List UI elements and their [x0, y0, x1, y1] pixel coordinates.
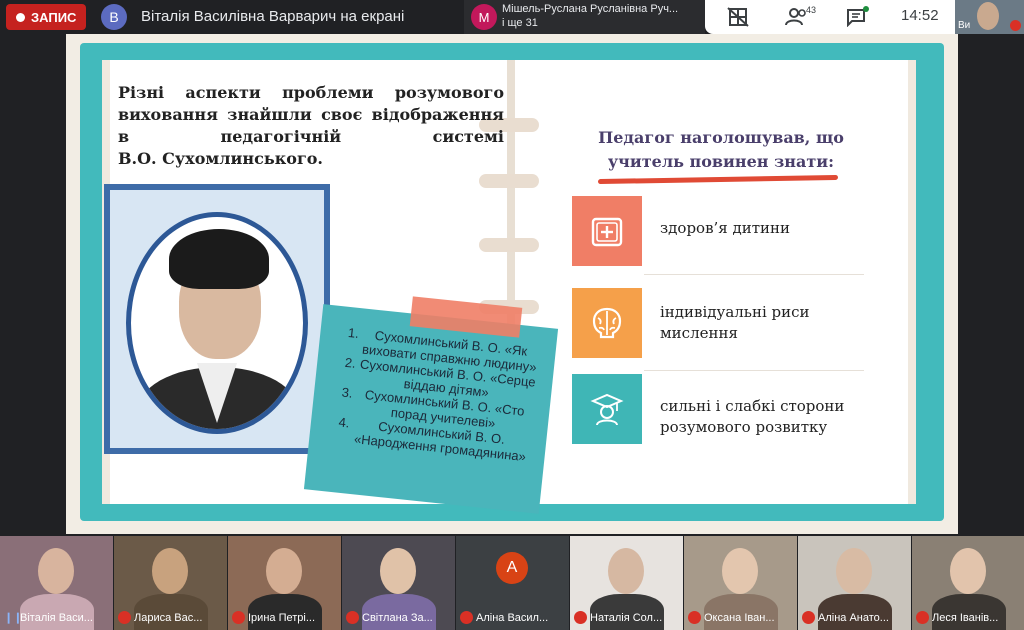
right-heading-line: учитель повинен знати:	[607, 152, 835, 171]
portrait-image	[104, 184, 330, 454]
chat-notification-dot	[863, 6, 869, 12]
intro-line: виховання знайшли своє відображення	[118, 105, 504, 124]
participant-tile[interactable]: Оксана Іван...	[684, 536, 797, 630]
intro-line: в педагогічній системі	[118, 127, 504, 146]
mic-off-icon	[1010, 20, 1021, 31]
self-label: Ви	[958, 20, 971, 31]
participant-face	[836, 548, 872, 594]
books-list: Сухомлинський В. О. «Як виховати справжн…	[333, 325, 540, 465]
self-view-tile[interactable]: Ви	[955, 0, 1024, 34]
meeting-controls: 43 14:52	[705, 0, 955, 34]
graduate-icon	[572, 374, 642, 444]
mic-off-icon	[346, 611, 359, 624]
participant-tile[interactable]: Аліна Анато...	[798, 536, 911, 630]
recording-label: ЗАПИС	[31, 9, 77, 25]
participant-avatar: М	[471, 4, 497, 30]
intro-text: Різні аспекти проблеми розумового вихова…	[118, 82, 504, 170]
mic-active-icon: ❙❙	[4, 612, 23, 624]
participant-tile[interactable]: Наталія Сол...	[570, 536, 683, 630]
mic-off-icon	[118, 611, 131, 624]
presenter-status: Віталія Василівна Варварич на екрані	[141, 8, 405, 25]
participant-face	[950, 548, 986, 594]
intro-line: В.О. Сухомлинського.	[118, 149, 323, 168]
mic-off-icon	[802, 611, 815, 624]
binder-ring	[479, 174, 539, 188]
item-text-line: сильні і слабкі сторони	[660, 397, 845, 415]
record-dot-icon	[16, 12, 25, 22]
mic-off-icon	[688, 611, 701, 624]
clock: 14:52	[901, 7, 939, 24]
participant-name: Ірина Петрі...	[248, 612, 315, 624]
participant-name: Наталія Сол...	[590, 612, 663, 624]
participant-tile[interactable]: Леся Іванів...	[912, 536, 1024, 630]
self-face	[977, 2, 999, 30]
participant-strip: ❙❙ Віталія Васи... Лариса Вас... Ірина Петр…	[0, 536, 1024, 630]
participant-more: і ще 31	[502, 17, 538, 29]
portrait-oval	[126, 212, 308, 434]
participant-tile[interactable]: ❙❙ Віталія Васи...	[0, 536, 113, 630]
participant-face	[722, 548, 758, 594]
participant-name: Оксана Іван...	[704, 612, 775, 624]
presentation-slide: Різні аспекти проблеми розумового вихова…	[66, 34, 958, 534]
participant-tile[interactable]: Світлана За...	[342, 536, 455, 630]
participants-summary[interactable]: М Мішель-Руслана Русланівна Руч... і ще …	[464, 0, 705, 34]
participant-face	[608, 548, 644, 594]
mic-off-icon	[574, 611, 587, 624]
item-separator	[644, 370, 864, 371]
item-text: індивідуальні риси мислення	[660, 302, 810, 344]
item-text: здоров’я дитини	[660, 218, 790, 239]
participant-avatar: А	[496, 552, 528, 584]
right-heading: Педагог наголошував, що учитель повинен …	[576, 126, 866, 174]
participant-tile[interactable]: Лариса Вас...	[114, 536, 227, 630]
participant-name: Світлана За...	[362, 612, 433, 624]
item-text-line: індивідуальні риси	[660, 303, 810, 321]
mic-off-icon	[916, 611, 929, 624]
item-text-line: мислення	[660, 324, 738, 342]
books-sticky-note: Сухомлинський В. О. «Як виховати справжн…	[303, 304, 559, 514]
item-text-line: розумового розвитку	[660, 418, 828, 436]
people-count: 43	[806, 5, 817, 15]
participant-name: Мішель-Руслана Русланівна Руч...	[502, 3, 679, 15]
item-text: сильні і слабкі сторони розумового розви…	[660, 396, 844, 438]
participant-name: Аліна Васил...	[476, 612, 549, 624]
brain-icon	[572, 288, 642, 358]
participant-name: Аліна Анато...	[818, 612, 889, 624]
participant-tile[interactable]: Ірина Петрі...	[228, 536, 341, 630]
mic-off-icon	[460, 611, 473, 624]
item-text-line: здоров’я дитини	[660, 219, 791, 237]
participant-tile[interactable]: А Аліна Васил...	[456, 536, 569, 630]
intro-line: Різні аспекти проблеми розумового	[118, 83, 504, 102]
top-bar: ЗАПИС В Віталія Василівна Варварич на ек…	[0, 0, 1024, 34]
recording-badge[interactable]: ЗАПИС	[6, 4, 87, 30]
participant-face	[266, 548, 302, 594]
grid-off-icon[interactable]	[727, 7, 749, 27]
participant-face	[380, 548, 416, 594]
participant-name: Леся Іванів...	[932, 612, 999, 624]
participant-name: Лариса Вас...	[134, 612, 203, 624]
participant-face	[38, 548, 74, 594]
right-heading-line: Педагог наголошував, що	[598, 128, 844, 147]
binder-ring	[479, 238, 539, 252]
participant-name: Віталія Васи...	[20, 612, 93, 624]
participant-face	[152, 548, 188, 594]
mic-off-icon	[232, 611, 245, 624]
health-kit-icon	[572, 196, 642, 266]
presenter-avatar: В	[101, 4, 127, 30]
item-separator	[644, 274, 864, 275]
